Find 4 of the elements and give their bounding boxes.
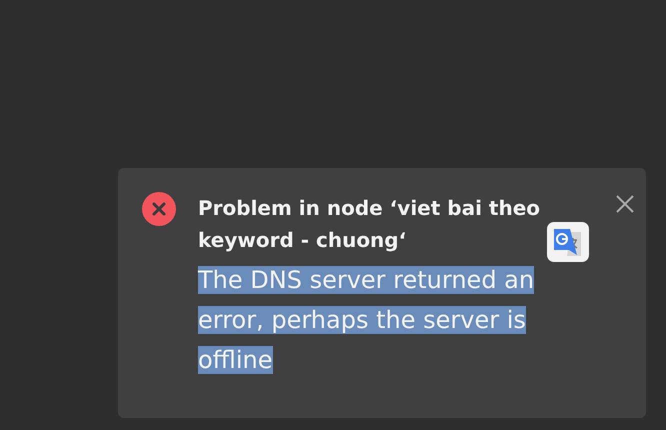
notification-message: The DNS server returned an error, perhaps the server is offline [198, 265, 536, 376]
close-button[interactable] [615, 194, 635, 214]
notification-title: Problem in node ‘viet bai theo keyword - chuong‘ [198, 195, 541, 254]
translate-icon[interactable] [547, 222, 589, 262]
